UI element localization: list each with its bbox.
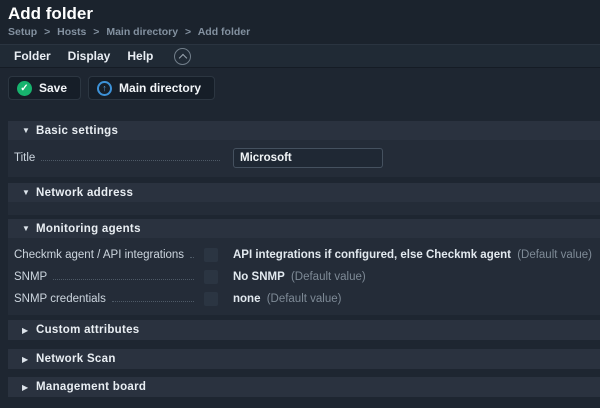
menu-display[interactable]: Display (68, 49, 111, 63)
section-title: Network address (36, 186, 134, 199)
triangle-expanded-icon: ▼ (22, 224, 30, 233)
triangle-collapsed-icon: ▶ (22, 382, 29, 392)
field-row-checkmk-agent: Checkmk agent / API integrations API int… (8, 244, 600, 266)
menubar: Folder Display Help (0, 44, 600, 68)
snmp-value: No SNMP (233, 271, 285, 283)
breadcrumb-setup[interactable]: Setup (8, 26, 37, 38)
dotted-leader (111, 301, 194, 302)
snmp-credentials-label: SNMP credentials (14, 293, 106, 305)
section-custom-attributes: ▶ Custom attributes (8, 320, 600, 340)
menu-folder[interactable]: Folder (14, 49, 51, 63)
breadcrumb-separator: > (93, 26, 100, 38)
section-title: Monitoring agents (36, 222, 141, 235)
field-row-snmp: SNMP No SNMP (Default value) (8, 266, 600, 288)
checkbox-snmp-credentials[interactable] (204, 292, 218, 306)
main-directory-button[interactable]: ↑ Main directory (88, 76, 216, 100)
section-monitoring-agents: ▼ Monitoring agents Checkmk agent / API … (8, 219, 600, 315)
section-basic-settings: ▼ Basic settings Title (8, 121, 600, 177)
page-header: Add folder Setup > Hosts > Main director… (0, 0, 600, 44)
checkmk-agent-value: API integrations if configured, else Che… (233, 249, 511, 261)
section-title: Basic settings (36, 124, 119, 137)
breadcrumb-hosts[interactable]: Hosts (57, 26, 86, 38)
dotted-leader (190, 257, 194, 258)
section-title: Custom attributes (36, 324, 140, 336)
dotted-leader (41, 160, 220, 161)
chevron-up-circle-icon[interactable] (174, 47, 192, 65)
save-button[interactable]: ✓ Save (8, 76, 82, 100)
dotted-leader (53, 279, 194, 280)
checkmk-agent-label: Checkmk agent / API integrations (14, 249, 185, 261)
triangle-collapsed-icon: ▶ (22, 325, 29, 335)
snmp-default-note: (Default value) (290, 271, 366, 283)
section-management-board: ▶ Management board (8, 377, 600, 397)
triangle-expanded-icon: ▼ (22, 126, 30, 135)
checkbox-checkmk-agent[interactable] (204, 248, 218, 262)
section-body-network-address (8, 202, 600, 215)
section-body-monitoring-agents: Checkmk agent / API integrations API int… (8, 238, 600, 315)
section-header-management-board[interactable]: ▶ Management board (8, 377, 600, 397)
section-header-custom-attributes[interactable]: ▶ Custom attributes (8, 320, 600, 340)
breadcrumb-add-folder: Add folder (197, 26, 251, 38)
save-button-label: Save (39, 81, 68, 95)
snmp-credentials-value: none (233, 293, 261, 305)
snmp-label: SNMP (14, 271, 48, 283)
field-row-title: Title (8, 140, 600, 168)
triangle-collapsed-icon: ▶ (22, 354, 29, 364)
chevron-up-icon (178, 53, 188, 62)
main-directory-button-label: Main directory (119, 81, 202, 95)
menu-help[interactable]: Help (127, 49, 153, 63)
section-header-monitoring-agents[interactable]: ▼ Monitoring agents (8, 219, 600, 238)
checkbox-snmp[interactable] (204, 270, 218, 284)
page-title: Add folder (8, 4, 93, 23)
breadcrumb: Setup > Hosts > Main directory > Add fol… (8, 26, 250, 38)
section-network-address: ▼ Network address (8, 183, 600, 215)
snmp-credentials-default-note: (Default value) (266, 293, 342, 305)
triangle-expanded-icon: ▼ (22, 188, 30, 197)
check-circle-icon: ✓ (17, 80, 32, 96)
section-title: Management board (36, 381, 147, 393)
title-input[interactable] (233, 148, 383, 168)
section-header-basic-settings[interactable]: ▼ Basic settings (8, 121, 600, 140)
field-row-snmp-credentials: SNMP credentials none (Default value) (8, 288, 600, 310)
section-network-scan: ▶ Network Scan (8, 349, 600, 369)
section-title: Network Scan (36, 353, 116, 365)
section-header-network-address[interactable]: ▼ Network address (8, 183, 600, 202)
action-bar: ✓ Save ↑ Main directory (8, 76, 216, 100)
section-header-network-scan[interactable]: ▶ Network Scan (8, 349, 600, 369)
breadcrumb-main-directory[interactable]: Main directory (106, 26, 178, 38)
breadcrumb-separator: > (44, 26, 51, 38)
checkmk-agent-default-note: (Default value) (517, 249, 592, 261)
breadcrumb-separator: > (185, 26, 192, 38)
up-arrow-circle-icon: ↑ (97, 80, 113, 96)
section-body-basic-settings: Title (8, 140, 600, 177)
title-field-label: Title (14, 152, 36, 164)
